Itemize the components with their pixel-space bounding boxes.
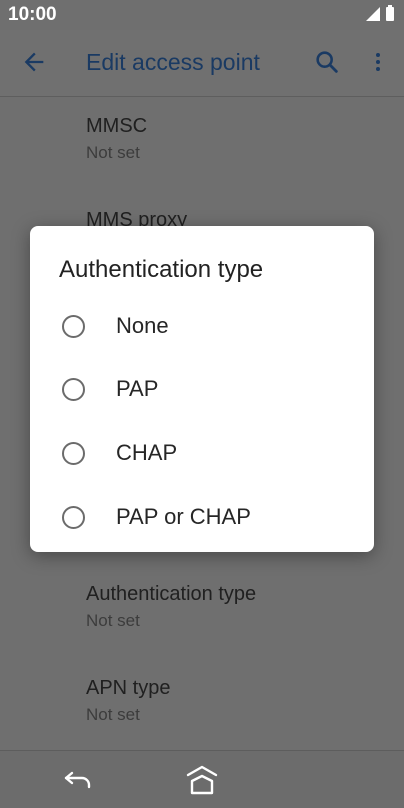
pref-summary: Not set [86,705,140,724]
option-label: CHAP [116,440,178,465]
status-icons [366,5,394,21]
radio-button-icon[interactable] [62,378,85,401]
radio-button-icon[interactable] [62,506,85,529]
pref-summary: Not set [86,611,140,630]
back-arrow-icon[interactable] [20,48,48,76]
app-bar: Edit access point [0,30,404,97]
status-bar: 10:00 [0,0,404,30]
pref-title: MMSC [86,115,148,137]
pref-title: APN type [86,677,171,699]
pref-item-authentication-type[interactable]: Authentication type Not set [86,583,256,631]
radio-button-icon[interactable] [62,442,85,465]
search-icon[interactable] [313,48,341,76]
option-label: None [116,313,169,338]
nav-back-icon[interactable] [62,767,94,793]
signal-icon [366,7,380,21]
option-label: PAP or CHAP [116,504,251,529]
phone-screen: 10:00 Edit access point MMSC Not set MMS… [0,0,404,808]
option-pap[interactable]: PAP [30,360,374,418]
option-label: PAP [116,376,159,401]
pref-item-mmsc[interactable]: MMSC Not set [86,115,147,163]
option-none[interactable]: None [30,297,374,355]
pref-item-apn-type[interactable]: APN type Not set [86,677,170,725]
more-vert-icon[interactable] [366,48,390,76]
pref-summary: Not set [86,143,140,162]
option-chap[interactable]: CHAP [30,424,374,482]
authentication-type-dialog: Authentication type None PAP CHAP PAP or… [30,226,374,552]
page-title: Edit access point [86,49,260,75]
option-pap-or-chap[interactable]: PAP or CHAP [30,488,374,546]
pref-title: Authentication type [86,583,257,605]
battery-icon [386,5,394,21]
home-icon[interactable] [184,763,220,797]
status-time: 10:00 [8,4,57,25]
radio-button-icon[interactable] [62,315,85,338]
dialog-title: Authentication type [59,256,264,283]
navigation-bar [0,750,404,808]
